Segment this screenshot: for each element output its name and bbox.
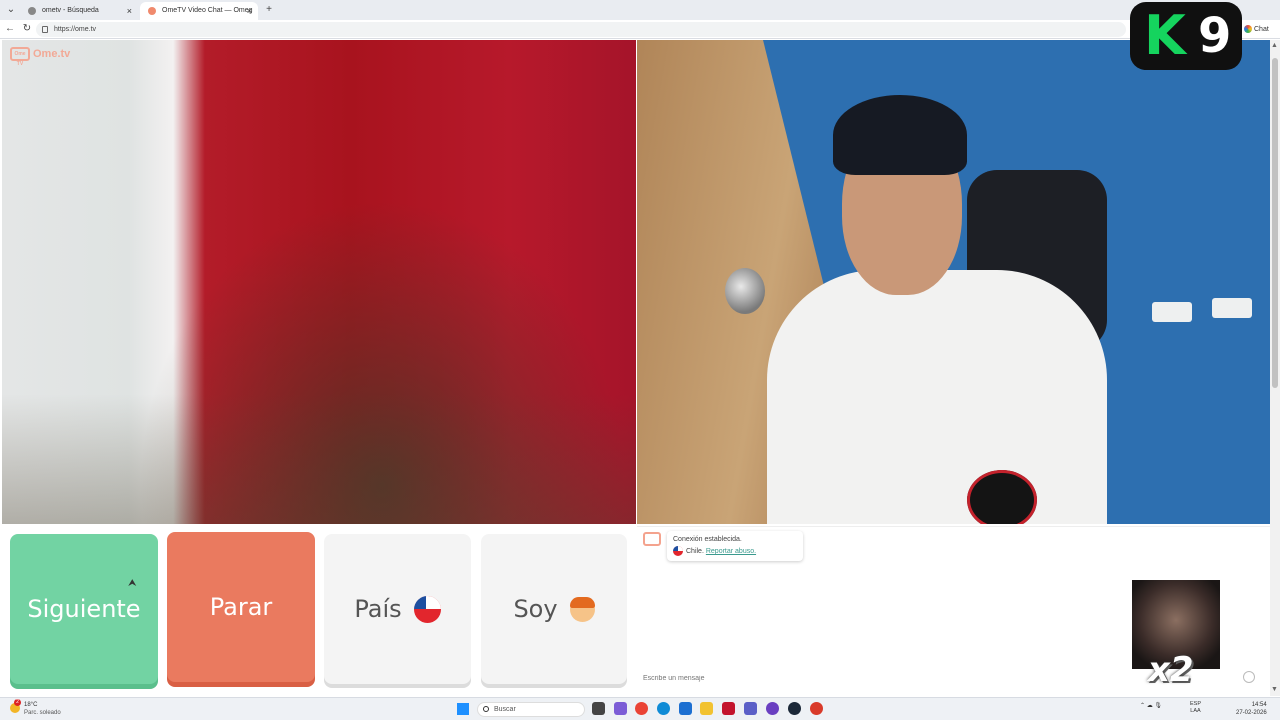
person-cap-shape: [833, 95, 967, 175]
notification-badge: 2: [14, 699, 21, 706]
connection-status-text: Conexión establecida.: [673, 536, 742, 543]
lock-icon: [42, 26, 48, 33]
self-video: [637, 40, 1270, 524]
weather-temp: 18°C: [24, 702, 38, 708]
address-bar-row: ← ↻ https://ome.tv Chat: [0, 20, 1280, 39]
edge-icon[interactable]: [657, 702, 670, 715]
search-favicon-icon: [28, 7, 36, 15]
doorknob-shape: [725, 268, 765, 314]
url-text: https://ome.tv: [54, 26, 97, 33]
wall-socket-shape: [1212, 298, 1252, 318]
next-label: Siguiente: [27, 595, 141, 623]
next-button[interactable]: Siguiente: [10, 534, 158, 684]
ometv-logo-icon: Ome TV: [10, 47, 30, 67]
tab-list-icon[interactable]: ⌄: [4, 3, 18, 17]
country-text: Chile.: [686, 548, 704, 555]
scroll-down-icon[interactable]: ▼: [1271, 686, 1278, 693]
search-placeholder: Buscar: [494, 706, 516, 713]
system-message-bubble: Conexión establecida. Chile. Reportar ab…: [667, 531, 803, 561]
url-field[interactable]: https://ome.tv: [36, 22, 1126, 37]
close-tab-icon[interactable]: ×: [247, 2, 252, 20]
ometv-avatar-icon: [643, 532, 661, 546]
chat-label: Chat: [1254, 26, 1269, 33]
file-explorer-icon[interactable]: [700, 702, 713, 715]
tab-title: ometv - Búsqueda: [42, 7, 99, 14]
k9-letter: K: [1144, 4, 1186, 67]
logo-text: Ome.tv: [33, 47, 71, 60]
boy-emoji-icon: [569, 596, 595, 622]
windows-taskbar: 2 18°C Parc. soleado Buscar ⌃ ☁ 🎙 ESP LA…: [0, 697, 1280, 720]
multiplier-overlay-text: x2: [1148, 650, 1194, 690]
scrollbar-thumb[interactable]: [1272, 58, 1278, 388]
windows-start-icon[interactable]: [457, 703, 469, 715]
country-line: Chile. Reportar abuso.: [673, 546, 797, 558]
k9-number: 9: [1198, 8, 1232, 64]
tab-ometv[interactable]: OmeTV Video Chat — Omeg ×: [140, 2, 258, 20]
ometv-logo[interactable]: Ome TVOme.tv: [10, 47, 71, 67]
new-tab-button[interactable]: +: [262, 3, 276, 17]
wall-socket-shape: [1152, 302, 1192, 322]
search-icon: [483, 706, 489, 712]
gender-label: Soy: [513, 595, 558, 623]
scroll-up-icon[interactable]: ▲: [1271, 42, 1278, 49]
clock[interactable]: 14:54 27-02-2026: [1236, 701, 1267, 717]
copilot-icon: [1244, 25, 1252, 34]
chrome-icon[interactable]: [635, 702, 648, 715]
page-scrollbar[interactable]: ▲ ▼: [1270, 40, 1280, 696]
tab-search[interactable]: ometv - Búsqueda ×: [20, 2, 138, 20]
gender-button[interactable]: Soy: [481, 534, 627, 684]
microphone-shape: [967, 470, 1037, 524]
app-icon[interactable]: [810, 702, 823, 715]
messenger-icon[interactable]: [766, 702, 779, 715]
weather-desc: Parc. soleado: [24, 710, 61, 716]
back-icon[interactable]: ←: [3, 22, 17, 36]
teams-icon[interactable]: [744, 702, 757, 715]
steam-icon[interactable]: [788, 702, 801, 715]
country-button[interactable]: País: [324, 534, 471, 684]
language-line1: ESP: [1190, 701, 1202, 707]
emoji-picker-icon[interactable]: [1243, 671, 1255, 683]
system-tray[interactable]: ⌃ ☁ 🎙: [1140, 702, 1162, 709]
chile-flag-icon: [673, 546, 683, 557]
stop-label: Parar: [209, 593, 273, 621]
close-tab-icon[interactable]: ×: [127, 2, 132, 20]
language-indicator[interactable]: ESP LAA: [1190, 701, 1201, 715]
report-abuse-link[interactable]: Reportar abuso.: [706, 548, 756, 555]
k9-watermark-logo: K 9: [1130, 2, 1242, 70]
copilot-app-icon[interactable]: [614, 702, 627, 715]
country-label: País: [354, 595, 402, 623]
person-shirt-shape: [767, 270, 1107, 524]
clock-time: 14:54: [1251, 702, 1267, 708]
stop-button[interactable]: Parar: [167, 532, 315, 682]
task-view-icon[interactable]: [592, 702, 605, 715]
mail-icon[interactable]: [679, 702, 692, 715]
browser-tab-strip: ⌄ ometv - Búsqueda × OmeTV Video Chat — …: [0, 0, 1280, 20]
stranger-video: [2, 40, 636, 524]
mouse-cursor-icon: ⮝: [128, 578, 137, 589]
chile-flag-icon: [413, 595, 441, 623]
tab-title: OmeTV Video Chat — Omeg: [162, 7, 253, 14]
reload-icon[interactable]: ↻: [20, 22, 34, 36]
copilot-chat-button[interactable]: Chat: [1244, 23, 1269, 36]
netflix-icon[interactable]: [722, 702, 735, 715]
language-line2: LAA: [1190, 708, 1201, 714]
ometv-favicon-icon: [148, 7, 156, 15]
taskbar-search[interactable]: Buscar: [477, 702, 585, 717]
clock-date: 27-02-2026: [1236, 710, 1267, 716]
